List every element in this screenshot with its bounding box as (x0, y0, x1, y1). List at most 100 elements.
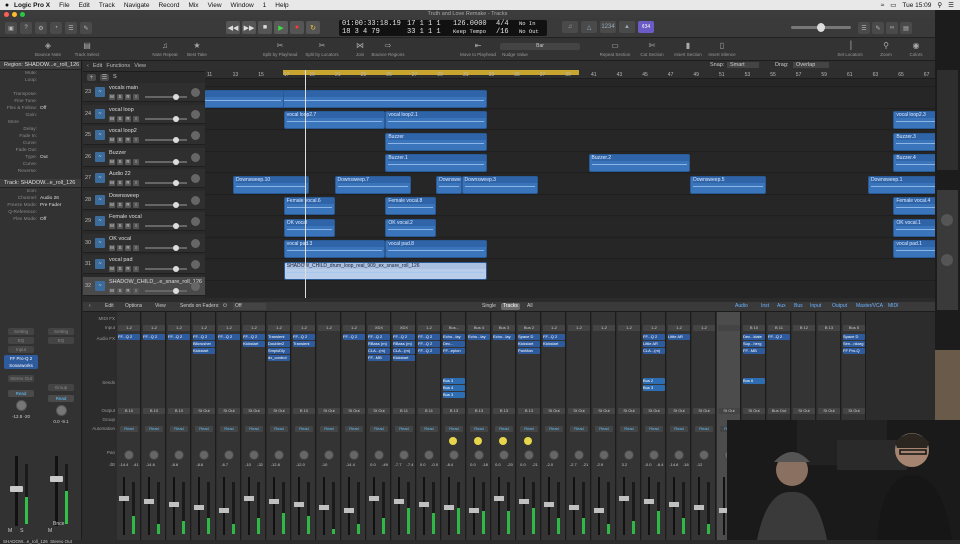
input-slot[interactable]: Bus 4 (468, 325, 490, 331)
output-slot[interactable]: B 11 (418, 408, 440, 414)
output-slot[interactable]: B 11 (393, 408, 415, 414)
help-button[interactable]: ? (20, 22, 32, 34)
notification-center-icon[interactable]: ☰ (948, 1, 954, 9)
track-i-button[interactable]: I (133, 94, 139, 100)
filter-bus[interactable]: Bus (792, 303, 805, 310)
automation-mode[interactable]: Read (245, 426, 263, 432)
audio-fx-slot[interactable]: dx_control (268, 355, 290, 361)
input-slot[interactable]: XDX (368, 325, 390, 331)
audio-fx-slot[interactable]: CLA...(m) (368, 348, 390, 354)
track-i-button[interactable]: I (133, 158, 139, 165)
track-header[interactable]: 32 ~ SHADOW_CHILD_..e_snare_roll_126 M S R I (83, 276, 205, 296)
track-r-button[interactable]: R (125, 137, 131, 143)
track-s-button[interactable]: S (117, 94, 123, 100)
clock[interactable]: Tue 15:09 (902, 2, 931, 9)
inspector-param[interactable]: Delay: (0, 126, 81, 133)
track-pan-knob[interactable] (191, 131, 200, 140)
track-header[interactable]: 23 ~ vocals main M S R I (83, 83, 205, 102)
bounce-button[interactable]: Bnce (53, 521, 64, 527)
tool-bounce-regions[interactable]: ⇨ Bounce Regions (368, 41, 408, 57)
count-in-button[interactable]: 1234 (600, 21, 616, 33)
audio-fx-slot[interactable]: FF Pro-Q (843, 348, 865, 354)
pan-knob[interactable] (324, 450, 334, 460)
audio-fx-slot[interactable]: FF...eplon (443, 348, 465, 354)
mixer-view-menu[interactable]: View (153, 303, 168, 310)
minimize-window-button[interactable] (12, 11, 17, 17)
input-slot[interactable]: 1-2 (193, 325, 215, 331)
input-slot[interactable]: 1-2 (668, 325, 690, 331)
audio-fx-slot[interactable]: RBass (m) (393, 341, 415, 347)
battery-icon[interactable]: ▭ (890, 1, 896, 9)
param-value[interactable]: Off (40, 105, 46, 112)
track-m-button[interactable]: M (109, 115, 115, 122)
track-header[interactable]: 25 ~ vocal loop2 M S R I (83, 126, 205, 145)
track-i-button[interactable]: I (133, 223, 139, 229)
pan-knob[interactable] (449, 450, 459, 460)
automation-mode[interactable]: Read (695, 426, 713, 432)
pan-knob[interactable] (249, 450, 259, 460)
audio-fx-slot[interactable]: SmplsDly (268, 348, 290, 354)
track-pan-knob[interactable] (191, 152, 200, 162)
tool-cut-section[interactable]: ✄ Cut Section (632, 41, 672, 57)
track-name[interactable]: OK vocal (109, 236, 131, 242)
volume-fader[interactable] (544, 502, 554, 507)
audio-region[interactable]: OK vocal.2 (385, 218, 437, 237)
menu-1[interactable]: 1 (263, 2, 267, 9)
track-name[interactable]: vocal loop2 (109, 128, 137, 134)
inspector-param[interactable]: Type: Out (0, 154, 81, 161)
edit-menu[interactable]: Edit (93, 63, 102, 69)
menu-file[interactable]: File (59, 2, 69, 9)
single-view-button[interactable]: Single (480, 303, 498, 310)
channel-strip[interactable]: 1-2 Transient Doubler2 SmplsDly dx_control St… (267, 312, 291, 540)
pan-knob[interactable] (149, 450, 159, 460)
automation-mode[interactable]: Read (220, 426, 238, 432)
track-volume-slider[interactable] (145, 137, 187, 143)
input-slot[interactable]: Bus 3 (493, 325, 515, 331)
inspector-param[interactable]: Flex & Follow: Off (0, 105, 81, 112)
track-lane[interactable] (205, 131, 935, 152)
channel-strip[interactable]: 1-2 St Out Read -2.9 (592, 312, 616, 540)
audio-fx-slot[interactable]: Little AR (668, 334, 690, 340)
automation-mode[interactable]: Read (370, 426, 388, 432)
audio-fx-slot[interactable]: FF...Q 2 (643, 334, 665, 340)
track-pan-knob[interactable] (191, 238, 200, 248)
track-header[interactable]: 24 ~ vocal loop M S R I (83, 104, 205, 124)
track-header[interactable]: 27 ~ Audio 22 M S R I (83, 169, 205, 188)
input-slot[interactable]: B 13 (818, 325, 840, 331)
mute-button[interactable]: M (48, 528, 52, 534)
automation-mode[interactable]: Read (195, 426, 213, 432)
audio-fx-slot[interactable]: Echo...lay (493, 334, 515, 340)
track-pan-knob[interactable] (191, 174, 200, 183)
inspector-param[interactable]: Mute: (0, 70, 81, 77)
wifi-icon[interactable]: ≈ (881, 2, 885, 9)
track-s-button[interactable]: S (117, 115, 123, 122)
solo-button[interactable]: S (20, 528, 23, 534)
audio-fx-slot[interactable]: Space D (518, 334, 540, 340)
audio-region[interactable]: vocal pad.1 (893, 240, 935, 258)
track-volume-knob[interactable] (173, 180, 179, 186)
inspector-param[interactable] (0, 84, 81, 91)
audio-fx-slot[interactable]: Echo...lay (443, 334, 465, 340)
automation-mode[interactable]: Read (445, 426, 463, 432)
volume-fader[interactable] (669, 502, 679, 507)
output-slot[interactable]: St Out (218, 408, 240, 414)
browsers-button[interactable]: ▤ (900, 22, 912, 34)
back-icon[interactable]: ‹ (87, 63, 89, 69)
volume-fader[interactable] (10, 486, 23, 492)
track-name[interactable]: Buzzer (109, 150, 126, 156)
input-slot[interactable]: 1-2 (568, 325, 590, 331)
inspector-param[interactable]: Reverse: (0, 168, 81, 175)
automation-mode[interactable]: Read (620, 426, 638, 432)
automation-mode[interactable]: Read (670, 426, 688, 432)
track-name[interactable]: vocal loop (109, 107, 134, 113)
library-button[interactable]: ▣ (5, 22, 17, 34)
output-slot[interactable]: B 13 (468, 408, 490, 414)
volume-fader[interactable] (344, 508, 354, 513)
audio-fx-slot[interactable]: FF...Q 2 (293, 334, 315, 340)
track-i-button[interactable]: I (133, 287, 139, 294)
pan-knob[interactable] (349, 450, 359, 460)
mute-button[interactable]: M (8, 528, 12, 534)
solo-global-icon[interactable]: S (113, 74, 117, 81)
input-slot[interactable]: B 12 (793, 325, 815, 331)
rewind-button[interactable]: ◀◀ (226, 21, 240, 34)
